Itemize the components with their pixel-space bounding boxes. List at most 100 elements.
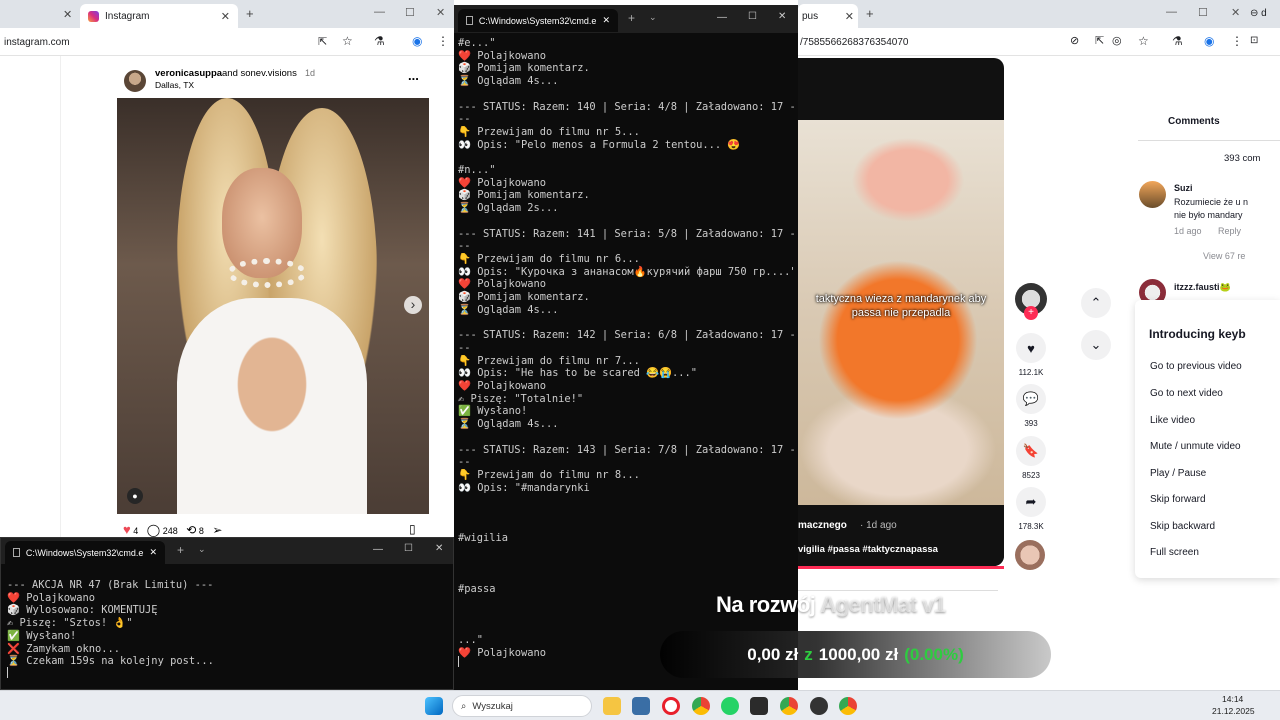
store-icon[interactable] xyxy=(632,697,650,715)
tab-instagram[interactable]: Instagram ✕ xyxy=(80,4,238,28)
close-window-icon[interactable]: ✕ xyxy=(778,11,786,22)
chrome-icon[interactable] xyxy=(839,697,857,715)
close-window-icon[interactable]: ✕ xyxy=(1231,6,1240,19)
new-tab-icon[interactable]: + xyxy=(177,543,184,557)
like-icon[interactable]: ♥ xyxy=(1016,333,1046,363)
tab-tiktok[interactable]: pus ✕ xyxy=(798,4,858,28)
whatsapp-icon[interactable] xyxy=(721,697,739,715)
install-icon[interactable]: ⇱ xyxy=(318,35,327,48)
send-icon[interactable]: ➢ xyxy=(212,523,222,537)
clock-date[interactable]: 21.12.2025 xyxy=(1212,706,1255,716)
search-icon: ⌕ xyxy=(461,700,467,712)
new-tab-icon[interactable]: + xyxy=(628,11,635,25)
reply-button[interactable]: Reply xyxy=(1218,226,1241,236)
video-author[interactable]: macznego xyxy=(798,520,847,531)
profile-icon[interactable]: ◉ xyxy=(1204,34,1214,48)
terminal-line: 👇 Przewijam do filmu nr 7... xyxy=(458,354,640,367)
cmd-small-tab[interactable]: C:\Windows\System32\cmd.e ✕ xyxy=(5,541,165,564)
close-icon[interactable]: ✕ xyxy=(845,10,854,23)
follow-plus-icon[interactable]: + xyxy=(1024,306,1038,320)
comment-avatar[interactable] xyxy=(1139,181,1166,208)
like-count: 112.1K xyxy=(1018,368,1044,377)
next-arrow-button[interactable]: › xyxy=(404,296,422,314)
minimize-icon[interactable]: — xyxy=(374,6,385,18)
view-replies[interactable]: View 67 re xyxy=(1203,251,1245,261)
close-tab-icon[interactable]: ✕ xyxy=(63,8,72,21)
windows-start-icon[interactable] xyxy=(425,697,443,715)
opera-icon[interactable] xyxy=(662,697,680,715)
cmd-window-small: C:\Windows\System32\cmd.e ✕ + ⌄ — ☐ ✕ --… xyxy=(0,537,454,690)
cmd-main-output[interactable]: #e..." ❤️ Polajkowano 🎲 Pomijam komentarz.… xyxy=(458,37,794,667)
visibility-icon[interactable]: ◎ xyxy=(1112,34,1122,47)
file-explorer-icon[interactable] xyxy=(603,697,621,715)
comment-icon[interactable]: 💬 xyxy=(1016,384,1046,414)
comment-count: 248 xyxy=(162,526,178,536)
terminal-icon[interactable] xyxy=(750,697,768,715)
comment-user[interactable]: Suzi xyxy=(1174,183,1193,193)
video-hashtags[interactable]: vigilia #passa #taktycznapassa xyxy=(798,544,938,555)
maximize-icon[interactable]: ☐ xyxy=(405,6,415,19)
new-tab-icon[interactable]: + xyxy=(866,6,874,21)
chevron-down-icon[interactable]: ⌄ xyxy=(649,12,657,23)
user-tag-icon[interactable]: ● xyxy=(127,488,143,504)
terminal-line: 👀 Opis: "#mandarynki xyxy=(458,481,590,494)
minimize-icon[interactable]: — xyxy=(373,544,383,555)
overflow-text: ⊖ d xyxy=(1250,8,1267,19)
eye-off-icon[interactable]: ⊘ xyxy=(1070,34,1079,47)
more-options-icon[interactable]: ... xyxy=(408,68,419,83)
post-author[interactable]: veronicasuppa xyxy=(155,68,222,79)
profile-icon[interactable]: ◉ xyxy=(412,34,422,48)
close-icon[interactable]: ✕ xyxy=(221,10,230,23)
comments-tab[interactable]: Comments xyxy=(1168,116,1220,127)
lab-icon[interactable]: ⚗ xyxy=(374,34,385,48)
ig-address-bar[interactable]: instagram.com ⇱ ☆ ⚗ ◉ ⋮ xyxy=(0,28,454,56)
sound-avatar[interactable] xyxy=(1015,540,1045,570)
app-icon[interactable] xyxy=(810,697,828,715)
star-icon[interactable]: ☆ xyxy=(342,34,353,48)
post-location[interactable]: Dallas, TX xyxy=(155,80,194,90)
cmd-main-tab[interactable]: C:\Windows\System32\cmd.e ✕ xyxy=(458,9,618,32)
maximize-icon[interactable]: ☐ xyxy=(404,543,413,554)
menu-icon[interactable]: ⋮ xyxy=(1231,34,1243,48)
kb-item: Mute / unmute video xyxy=(1150,441,1241,452)
chevron-down-icon[interactable]: ⌄ xyxy=(198,544,206,555)
comment-user[interactable]: itzzz.fausti🐸 xyxy=(1174,282,1231,293)
close-window-icon[interactable]: ✕ xyxy=(436,6,445,19)
chrome-icon[interactable] xyxy=(780,697,798,715)
terminal-line: #e..." xyxy=(458,37,496,49)
maximize-icon[interactable]: ☐ xyxy=(1198,6,1208,19)
close-window-icon[interactable]: ✕ xyxy=(435,543,443,554)
minimize-icon[interactable]: — xyxy=(717,12,727,23)
save-icon[interactable]: ▯ xyxy=(409,522,416,536)
terminal-line: ✍ Piszę: "Sztos! 👌" xyxy=(7,617,133,630)
close-icon[interactable]: ✕ xyxy=(602,15,610,26)
tt-address-bar[interactable]: /7585566268376354070 ⊘ ⇱ ◎ ☆ ⚗ ◉ ⋮ ⊡ xyxy=(798,28,1280,56)
chrome-icon[interactable] xyxy=(692,697,710,715)
video-player[interactable]: taktyczna wieza z mandarynek aby passa n… xyxy=(798,58,1004,566)
taskbar-search[interactable]: ⌕ Wyszukaj xyxy=(452,695,592,717)
lab-icon[interactable]: ⚗ xyxy=(1172,34,1183,48)
heart-icon[interactable]: ♥ xyxy=(123,522,131,537)
url-text[interactable]: instagram.com xyxy=(4,37,70,48)
chevron-up-icon[interactable]: ⌃ xyxy=(1081,288,1111,318)
close-icon[interactable]: ✕ xyxy=(149,547,157,558)
star-icon[interactable]: ☆ xyxy=(1138,34,1149,48)
cmd-small-output[interactable]: --- AKCJA NR 47 (Brak Limitu) --- ❤️ Pola… xyxy=(7,579,447,679)
url-text[interactable]: /7585566268376354070 xyxy=(800,37,908,48)
share-icon[interactable]: ➦ xyxy=(1016,487,1046,517)
clock-time[interactable]: 14:14 xyxy=(1222,694,1243,704)
author-avatar[interactable] xyxy=(124,70,146,92)
comment-age: 1d ago xyxy=(1174,226,1202,236)
post-coauthor[interactable]: and sonev.visions xyxy=(222,68,297,79)
comment-icon[interactable]: ◯ xyxy=(147,523,160,537)
bookmark-icon[interactable]: 🔖 xyxy=(1016,436,1046,466)
repost-icon[interactable]: ⟲ xyxy=(186,523,196,537)
post-photo[interactable]: ● xyxy=(117,98,429,514)
new-tab-icon[interactable]: + xyxy=(246,6,254,21)
chevron-down-icon[interactable]: ⌄ xyxy=(1081,330,1111,360)
maximize-icon[interactable]: ☐ xyxy=(748,11,757,22)
menu-icon[interactable]: ⋮ xyxy=(437,34,449,48)
minimize-icon[interactable]: — xyxy=(1166,6,1177,18)
install-icon[interactable]: ⇱ xyxy=(1095,34,1104,47)
